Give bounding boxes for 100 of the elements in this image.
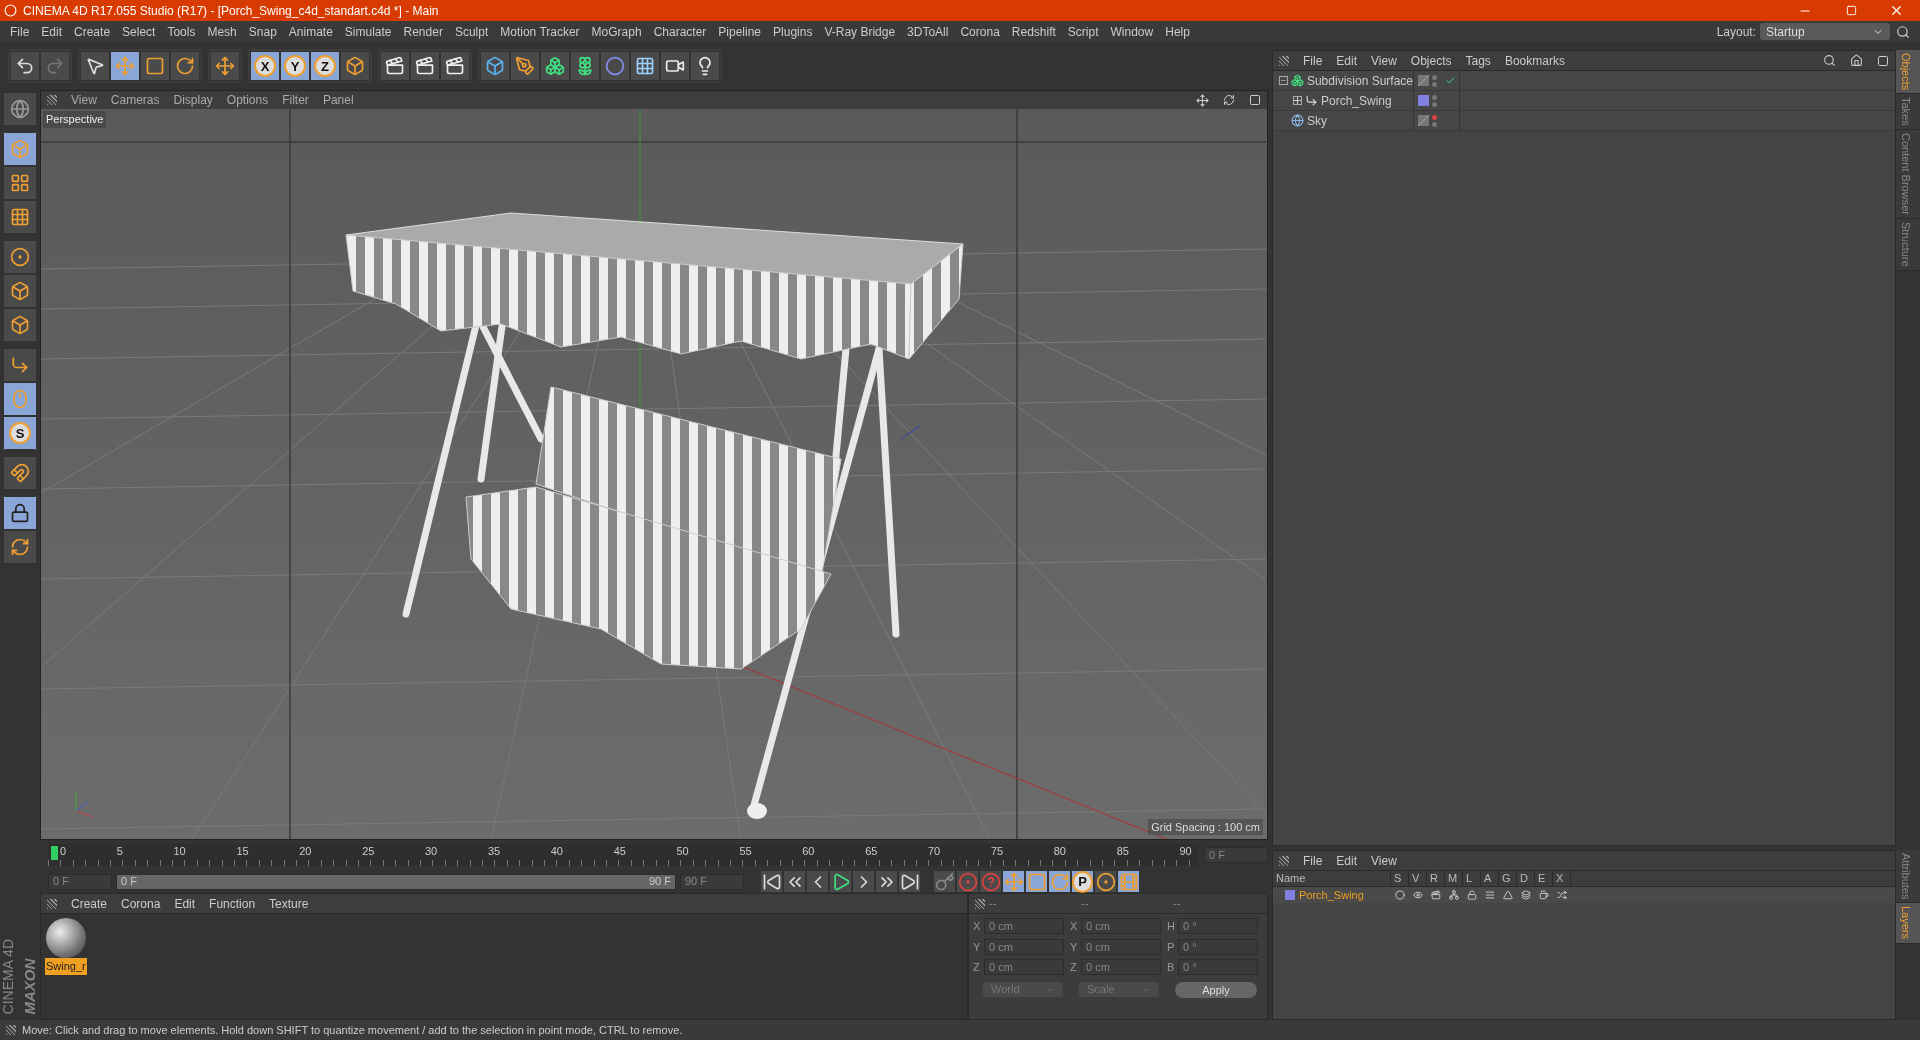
tool-button[interactable]: S: [3, 416, 37, 450]
side-tab[interactable]: Layers: [1896, 903, 1920, 944]
menu-item[interactable]: Create: [71, 894, 108, 913]
tool-button[interactable]: [875, 870, 898, 893]
tool-button[interactable]: [3, 456, 37, 490]
layer-toggle-icon[interactable]: [1539, 890, 1549, 900]
move-icon[interactable]: [1196, 93, 1209, 107]
tool-button[interactable]: [1002, 870, 1025, 893]
menu-item[interactable]: Snap: [242, 22, 283, 41]
tool-button[interactable]: Y: [280, 51, 310, 81]
search-icon[interactable]: [1896, 24, 1910, 39]
viewport[interactable]: Perspective Grid Spacing : 100 cm: [41, 109, 1267, 839]
apply-button[interactable]: Apply: [1175, 981, 1257, 998]
menu-item[interactable]: Edit: [1336, 851, 1358, 870]
tool-button[interactable]: [110, 51, 140, 81]
tool-button[interactable]: [3, 200, 37, 234]
menu-item[interactable]: Edit: [1336, 51, 1358, 70]
tool-button[interactable]: [10, 51, 40, 81]
tool-button[interactable]: [410, 51, 440, 81]
tool-button[interactable]: [480, 51, 510, 81]
tool-button[interactable]: [540, 51, 570, 81]
menu-item[interactable]: Cameras: [110, 91, 160, 109]
layer-toggle-icon[interactable]: [1431, 890, 1441, 900]
menu-item[interactable]: Render: [397, 22, 449, 41]
layer-toggle-icon[interactable]: [1485, 890, 1495, 900]
check-icon[interactable]: [1445, 75, 1456, 86]
tool-button[interactable]: [510, 51, 540, 81]
tool-button[interactable]: [1094, 870, 1117, 893]
tool-button[interactable]: [783, 870, 806, 893]
layer-toggle-icon[interactable]: [1413, 890, 1423, 900]
tool-button[interactable]: [1025, 870, 1048, 893]
menu-item[interactable]: View: [71, 91, 97, 109]
menu-item[interactable]: Edit: [35, 22, 69, 41]
tool-button[interactable]: [690, 51, 720, 81]
tool-button[interactable]: Z: [310, 51, 340, 81]
tool-button[interactable]: [340, 51, 370, 81]
menu-item[interactable]: File: [4, 22, 36, 41]
layer-name[interactable]: Porch_Swing: [1299, 886, 1364, 904]
expand-toggle[interactable]: [1293, 96, 1302, 105]
menu-item[interactable]: Plugins: [767, 22, 819, 41]
menu-item[interactable]: Mesh: [201, 22, 243, 41]
menu-item[interactable]: Simulate: [338, 22, 398, 41]
menu-item[interactable]: File: [1303, 51, 1323, 70]
menu-item[interactable]: Panel: [322, 91, 354, 109]
layer-toggle-icon[interactable]: [1521, 890, 1531, 900]
menu-item[interactable]: Bookmarks: [1504, 51, 1565, 70]
search-icon[interactable]: [1823, 54, 1836, 67]
tool-button[interactable]: [3, 166, 37, 200]
tool-button[interactable]: [3, 308, 37, 342]
menu-item[interactable]: Create: [68, 22, 117, 41]
tool-button[interactable]: [1117, 870, 1140, 893]
tool-button[interactable]: [806, 870, 829, 893]
panel-icon[interactable]: [1877, 54, 1889, 67]
tool-button[interactable]: [3, 92, 37, 126]
tool-button[interactable]: [660, 51, 690, 81]
material-preview[interactable]: [45, 918, 86, 958]
menu-item[interactable]: V-Ray Bridge: [818, 22, 902, 41]
layer-toggle-icon[interactable]: [1503, 890, 1513, 900]
menu-item[interactable]: Filter: [282, 91, 309, 109]
tool-button[interactable]: [1048, 870, 1071, 893]
tool-button[interactable]: [3, 496, 37, 530]
menu-item[interactable]: Select: [116, 22, 162, 41]
tool-button[interactable]: [760, 870, 783, 893]
tool-button[interactable]: [3, 382, 37, 416]
layer-toggle-icon[interactable]: [1467, 890, 1477, 900]
tool-button[interactable]: [3, 530, 37, 564]
layout-dropdown[interactable]: Startup: [1760, 23, 1890, 40]
menu-item[interactable]: MoGraph: [585, 22, 648, 41]
menu-item[interactable]: Pipeline: [712, 22, 768, 41]
menu-item[interactable]: Tags: [1465, 51, 1491, 70]
menu-item[interactable]: Tools: [161, 22, 202, 41]
tool-button[interactable]: [3, 274, 37, 308]
home-icon[interactable]: [1850, 54, 1863, 67]
tool-button[interactable]: [3, 348, 37, 382]
layer-toggle-icon[interactable]: [1557, 890, 1567, 900]
view-icon[interactable]: [1249, 94, 1261, 106]
tool-button[interactable]: [3, 240, 37, 274]
menu-item[interactable]: Motion Tracker: [494, 22, 586, 41]
tool-button[interactable]: [440, 51, 470, 81]
menu-item[interactable]: Texture: [269, 894, 309, 913]
timeline-ruler[interactable]: 0 5 10 15 20 25 30 35 40 45 50 55 60 65 70 75 80 85 90: [48, 844, 1198, 866]
menu-item[interactable]: File: [1303, 851, 1323, 870]
tool-button[interactable]: X: [250, 51, 280, 81]
object-name[interactable]: Sky: [1307, 111, 1327, 130]
expand-toggle[interactable]: [1279, 76, 1288, 85]
material-name[interactable]: Swing_r: [45, 958, 87, 975]
tool-button[interactable]: [829, 870, 852, 893]
rotate-icon[interactable]: [1223, 94, 1235, 106]
tool-button[interactable]: [380, 51, 410, 81]
menu-item[interactable]: Redshift: [1005, 22, 1062, 41]
menu-item[interactable]: Animate: [282, 22, 339, 41]
tool-button[interactable]: [570, 51, 600, 81]
menu-item[interactable]: Options: [226, 91, 269, 109]
menu-item[interactable]: Corona: [121, 894, 161, 913]
menu-item[interactable]: Script: [1061, 22, 1105, 41]
tool-button[interactable]: P: [1071, 870, 1094, 893]
menu-item[interactable]: Edit: [174, 894, 196, 913]
layer-toggle-icon[interactable]: [1395, 890, 1405, 900]
menu-item[interactable]: Sculpt: [448, 22, 495, 41]
object-name[interactable]: Subdivision Surface: [1306, 71, 1413, 90]
